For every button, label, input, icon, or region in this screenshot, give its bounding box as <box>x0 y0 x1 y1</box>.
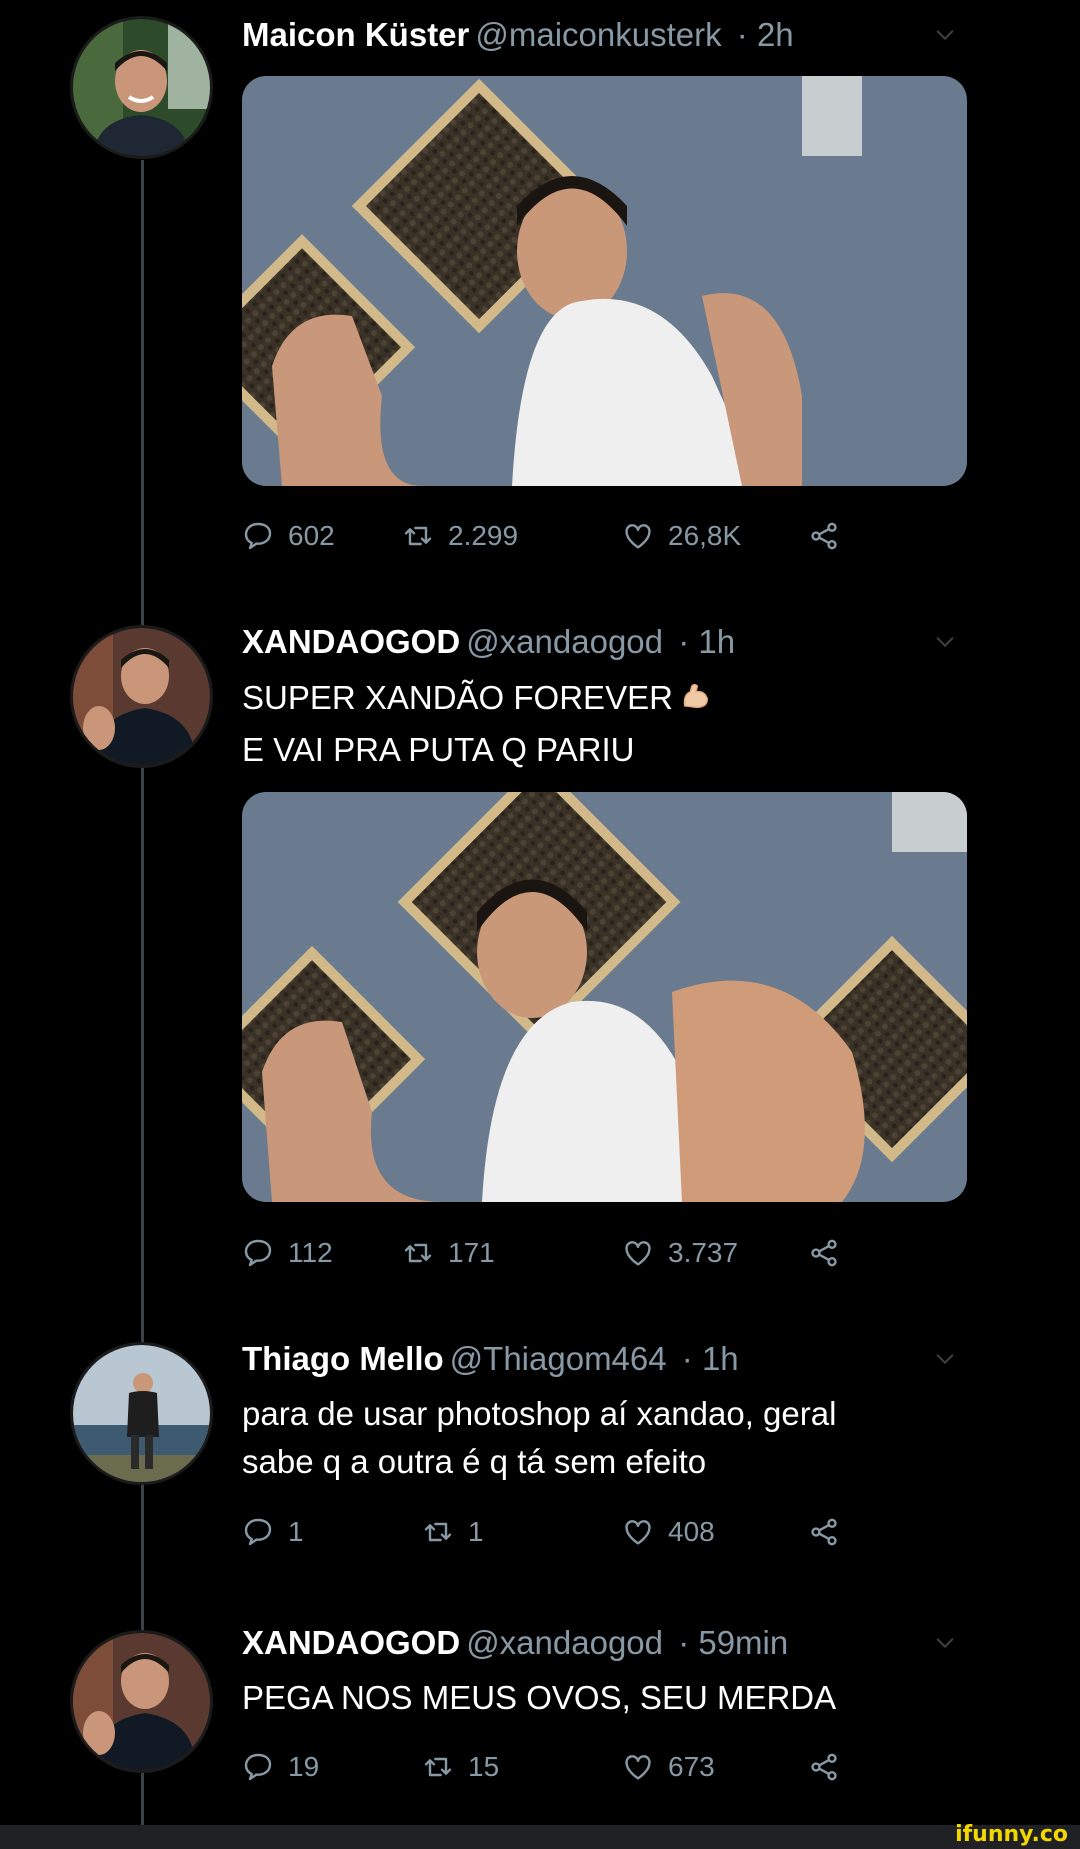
like-count: 673 <box>668 1751 715 1782</box>
avatar[interactable] <box>70 1630 213 1773</box>
tweet-time: · 59min <box>678 1624 789 1661</box>
tweet-line: SUPER XANDÃO FOREVER <box>242 679 673 716</box>
tweet-header: Maicon Küster @maiconkusterk · 2h <box>242 16 794 54</box>
reply-icon <box>242 1516 274 1548</box>
retweet-count: 171 <box>448 1237 495 1268</box>
reply-button[interactable]: 1 <box>242 1516 304 1548</box>
watermark-bar <box>0 1825 1080 1849</box>
avatar[interactable] <box>70 625 213 768</box>
heart-icon <box>622 1751 654 1783</box>
reply-button[interactable]: 19 <box>242 1751 319 1783</box>
chevron-down-icon[interactable] <box>934 1348 956 1370</box>
retweet-icon <box>422 1751 454 1783</box>
watermark: ifunny.co <box>955 1822 1068 1847</box>
avatar[interactable] <box>70 1342 213 1485</box>
chevron-down-icon[interactable] <box>934 631 956 653</box>
tweet-photo[interactable] <box>242 792 967 1202</box>
author-handle[interactable]: @xandaogod <box>466 1624 663 1661</box>
share-icon <box>808 520 840 552</box>
retweet-button[interactable]: 171 <box>402 1237 495 1269</box>
reply-icon <box>242 520 274 552</box>
reply-button[interactable]: 112 <box>242 1237 333 1269</box>
reply-count: 1 <box>288 1516 304 1547</box>
reply-count: 602 <box>288 520 335 551</box>
tweet-text: para de usar photoshop aí xandao, geral … <box>242 1390 836 1486</box>
retweet-button[interactable]: 2.299 <box>402 520 518 552</box>
author-name[interactable]: XANDAOGOD <box>242 623 460 660</box>
share-icon <box>808 1516 840 1548</box>
retweet-count: 15 <box>468 1751 500 1782</box>
retweet-icon <box>422 1516 454 1548</box>
tweet-header: Thiago Mello @Thiagom464 · 1h <box>242 1340 739 1378</box>
heart-icon <box>622 1516 654 1548</box>
like-count: 26,8K <box>668 520 742 551</box>
retweet-button[interactable]: 1 <box>422 1516 484 1548</box>
share-button[interactable] <box>808 1237 840 1269</box>
like-button[interactable]: 26,8K <box>622 520 741 552</box>
tweet-line: para de usar photoshop aí xandao, geral <box>242 1395 837 1432</box>
share-button[interactable] <box>808 1516 840 1548</box>
author-handle[interactable]: @maiconkusterk <box>475 16 721 53</box>
tweet-time: · 2h <box>736 16 794 53</box>
avatar[interactable] <box>70 16 213 159</box>
tweet-text: PEGA NOS MEUS OVOS, SEU MERDA <box>242 1674 836 1722</box>
tweet-line: sabe q a outra é q tá sem efeito <box>242 1443 707 1480</box>
tweet-line: PEGA NOS MEUS OVOS, SEU MERDA <box>242 1679 837 1716</box>
reply-icon <box>242 1237 274 1269</box>
tweet-actions: 112 171 3.737 <box>242 1237 862 1287</box>
tweet-photo[interactable] <box>242 76 967 486</box>
like-button[interactable]: 3.737 <box>622 1237 738 1269</box>
like-count: 3.737 <box>668 1237 739 1268</box>
share-button[interactable] <box>808 1751 840 1783</box>
heart-icon <box>622 1237 654 1269</box>
retweet-count: 2.299 <box>448 520 519 551</box>
reply-icon <box>242 1751 274 1783</box>
like-count: 408 <box>668 1516 715 1547</box>
tweet-header: XANDAOGOD @xandaogod · 1h <box>242 623 735 661</box>
author-handle[interactable]: @xandaogod <box>466 623 663 660</box>
author-handle[interactable]: @Thiagom464 <box>450 1340 667 1377</box>
tweet-actions: 602 2.299 26,8K <box>242 520 862 570</box>
retweet-icon <box>402 520 434 552</box>
retweet-icon <box>402 1237 434 1269</box>
reply-count: 112 <box>288 1237 333 1268</box>
reply-button[interactable]: 602 <box>242 520 335 552</box>
tweet-line: E VAI PRA PUTA Q PARIU <box>242 731 635 768</box>
tweet-time: · 1h <box>681 1340 739 1377</box>
heart-icon <box>622 520 654 552</box>
tweet-actions: 19 15 673 <box>242 1751 862 1801</box>
like-button[interactable]: 673 <box>622 1751 715 1783</box>
share-icon <box>808 1751 840 1783</box>
retweet-button[interactable]: 15 <box>422 1751 499 1783</box>
thread-line <box>141 160 144 1830</box>
tweet-actions: 1 1 408 <box>242 1516 862 1566</box>
retweet-count: 1 <box>468 1516 484 1547</box>
reply-count: 19 <box>288 1751 320 1782</box>
share-button[interactable] <box>808 520 840 552</box>
tweet-header: XANDAOGOD @xandaogod · 59min <box>242 1624 788 1662</box>
like-button[interactable]: 408 <box>622 1516 715 1548</box>
author-name[interactable]: Thiago Mello <box>242 1340 444 1377</box>
chevron-down-icon[interactable] <box>934 24 956 46</box>
author-name[interactable]: XANDAOGOD <box>242 1624 460 1661</box>
chevron-down-icon[interactable] <box>934 1632 956 1654</box>
author-name[interactable]: Maicon Küster <box>242 16 469 53</box>
flexed-biceps-icon <box>679 678 713 726</box>
tweet-text: SUPER XANDÃO FOREVER E VAI PRA PUTA Q PA… <box>242 674 713 774</box>
tweet-time: · 1h <box>678 623 736 660</box>
share-icon <box>808 1237 840 1269</box>
